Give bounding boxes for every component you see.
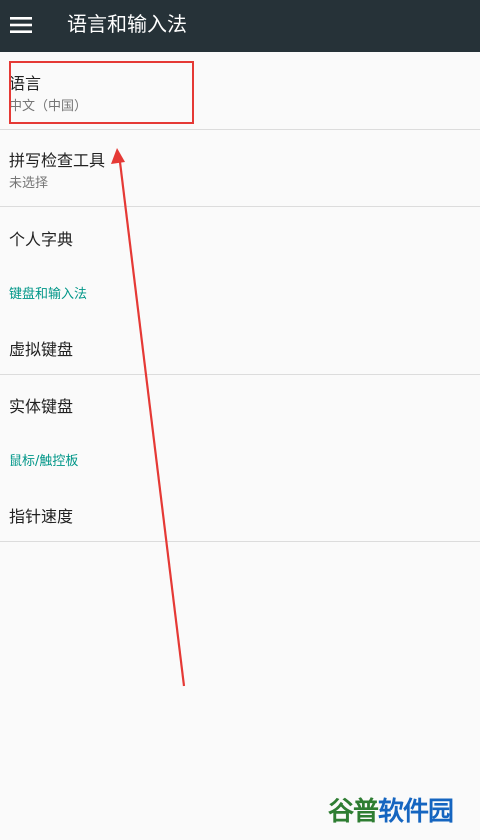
watermark-logo: 谷普 软件园 (328, 791, 470, 827)
annotation-highlight-box (9, 61, 194, 124)
spell-checker-title: 拼写检查工具 (9, 151, 106, 170)
spell-checker-preference[interactable]: 拼写检查工具 未选择 (0, 130, 480, 207)
personal-dictionary-title: 个人字典 (9, 230, 74, 249)
pointer-speed-title: 指针速度 (9, 507, 74, 526)
settings-screen: 语言和输入法 语言 中文（中国） 拼写检查工具 未选择 个人字典 键盘和输入法 … (0, 0, 480, 840)
watermark-text-part1: 谷普 (328, 796, 379, 827)
physical-keyboard-title: 实体键盘 (9, 397, 74, 416)
virtual-keyboard-title: 虚拟键盘 (9, 340, 74, 359)
personal-dictionary-preference[interactable]: 个人字典 (0, 207, 480, 263)
hamburger-menu-icon[interactable] (9, 13, 33, 37)
hamburger-menu-glyph (10, 17, 32, 33)
physical-keyboard-preference[interactable]: 实体键盘 (0, 375, 480, 431)
divider (0, 541, 480, 542)
spell-checker-summary: 未选择 (9, 176, 49, 191)
page-title: 语言和输入法 (67, 12, 187, 36)
watermark-text-part2: 软件园 (378, 796, 454, 827)
virtual-keyboard-preference[interactable]: 虚拟键盘 (0, 317, 480, 373)
category-keyboard-input: 键盘和输入法 (9, 287, 88, 302)
category-mouse-trackpad: 鼠标/触控板 (9, 454, 79, 469)
pointer-speed-preference[interactable]: 指针速度 (0, 484, 480, 540)
app-toolbar: 语言和输入法 (0, 0, 480, 52)
